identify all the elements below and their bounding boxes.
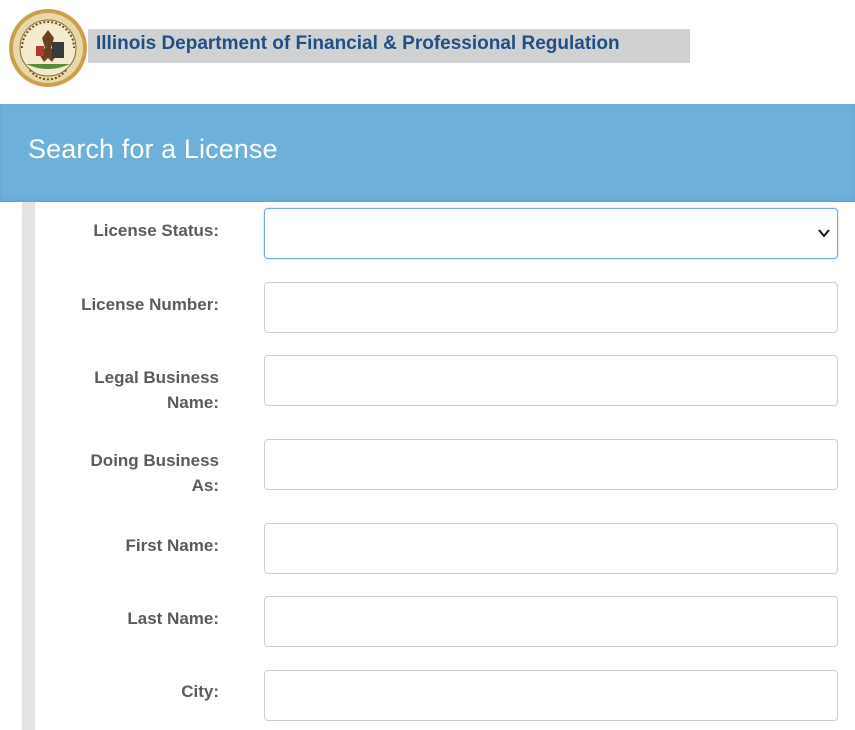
page-title: Search for a License <box>28 134 278 164</box>
doing-business-as-label-line1: Doing Business <box>90 451 219 470</box>
legal-business-name-label-line2: Name: <box>167 393 219 412</box>
legal-business-name-input[interactable] <box>264 355 838 406</box>
doing-business-as-label-line2: As: <box>191 476 219 495</box>
doing-business-as-input[interactable] <box>264 439 838 490</box>
license-status-label: License Status: <box>93 221 219 240</box>
last-name-input[interactable] <box>264 596 838 647</box>
legal-business-name-label: Legal Business Name: <box>49 365 219 415</box>
license-number-label: License Number: <box>81 295 219 314</box>
agency-name-banner: Illinois Department of Financial & Profe… <box>88 29 690 63</box>
doing-business-as-label: Doing Business As: <box>49 448 219 498</box>
chevron-down-icon <box>818 229 830 238</box>
site-header: Illinois Department of Financial & Profe… <box>0 0 855 104</box>
last-name-label: Last Name: <box>127 609 219 628</box>
license-status-select[interactable] <box>264 208 838 259</box>
page-title-bar: Search for a License <box>0 104 855 202</box>
city-label: City: <box>181 682 219 701</box>
form-left-rule <box>22 202 35 730</box>
first-name-label: First Name: <box>125 536 219 555</box>
license-number-input[interactable] <box>264 282 838 333</box>
first-name-input[interactable] <box>264 523 838 574</box>
legal-business-name-label-line1: Legal Business <box>94 368 219 387</box>
illinois-state-seal-icon <box>9 9 87 87</box>
city-input[interactable] <box>264 670 838 721</box>
